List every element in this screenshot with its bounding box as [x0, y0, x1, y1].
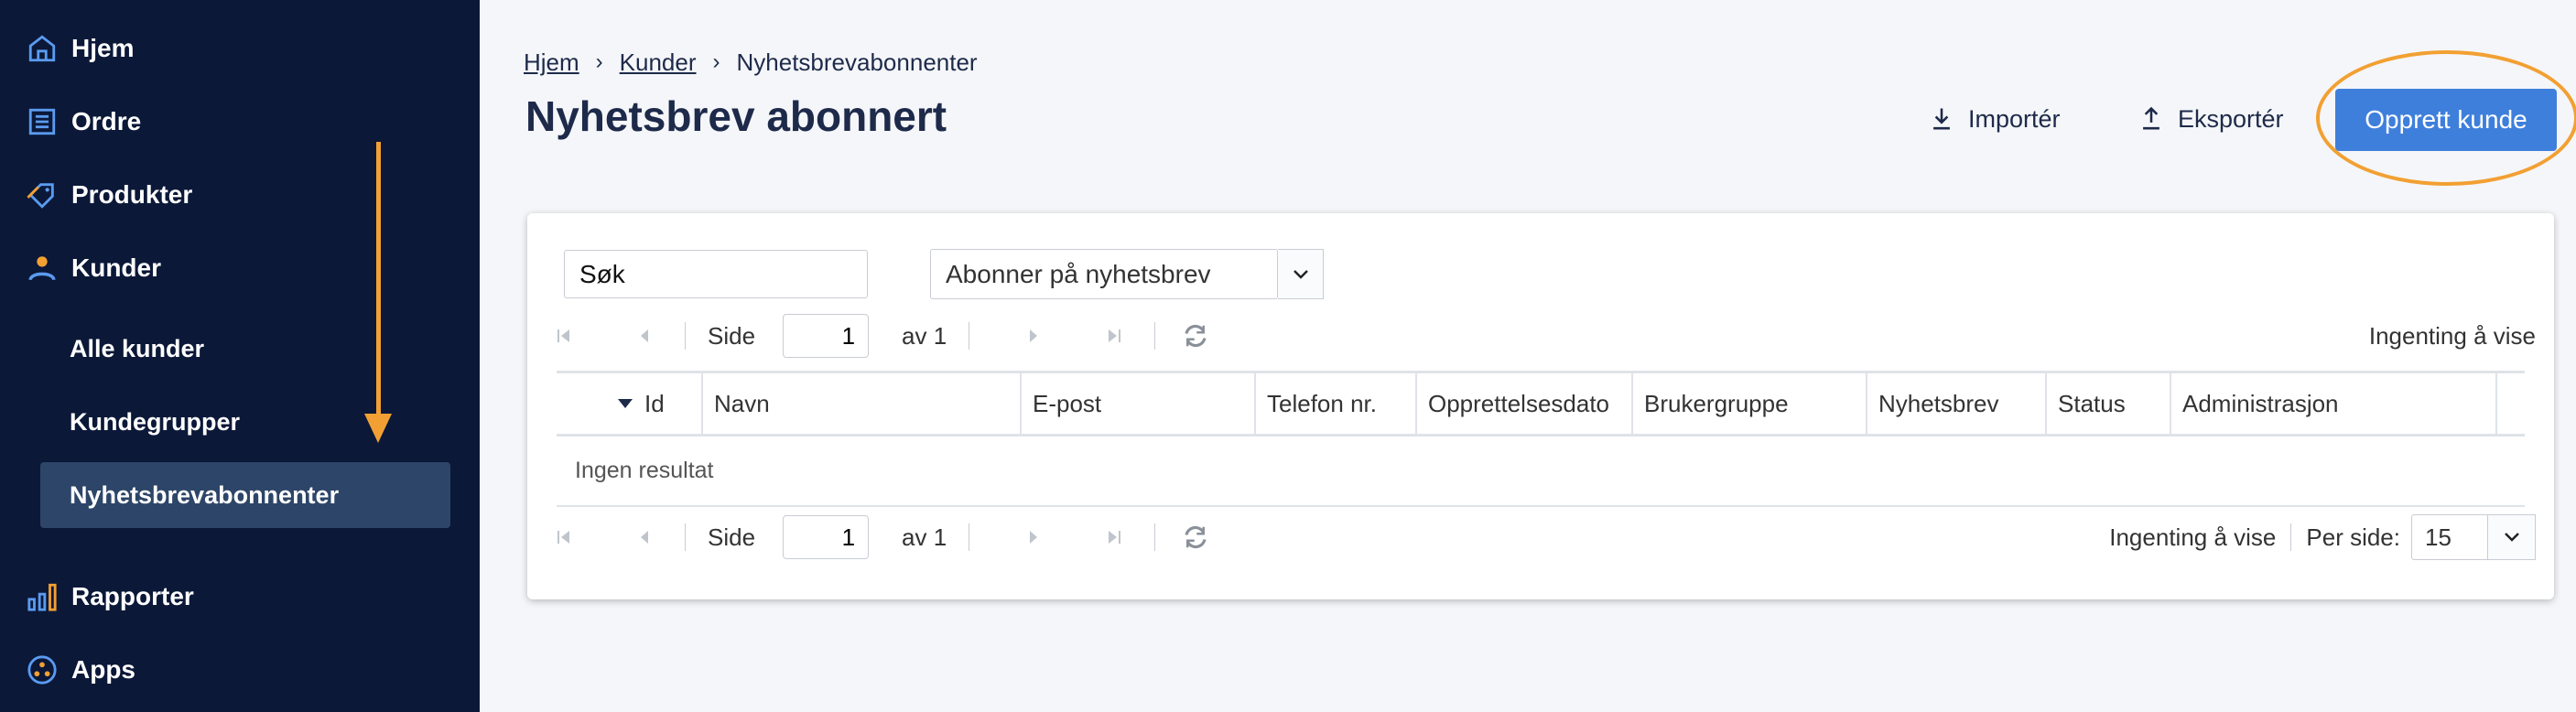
sidebar-item-apps[interactable]: Apps [26, 642, 135, 697]
column-label: Administrasjon [2182, 389, 2339, 417]
per-page-label: Per side: [2306, 523, 2400, 551]
pager-top: Side av 1 Ingenting å vise [546, 308, 2536, 363]
first-page-icon[interactable] [546, 519, 582, 556]
import-label: Importér [1968, 104, 2061, 133]
sidebar-item-label: Apps [71, 655, 135, 684]
pager-bottom: Side av 1 Ingenting å vise Per side: 15 [546, 510, 2536, 565]
pager-divider [685, 322, 686, 350]
pager-empty-text: Ingenting å vise [2109, 523, 2277, 551]
sidebar-subitem-customer-groups[interactable]: Kundegrupper [70, 397, 240, 447]
pager-of-label: av 1 [902, 523, 947, 551]
sidebar-item-label: Hjem [71, 34, 135, 62]
import-button[interactable]: Importér [1930, 99, 2061, 139]
prev-page-icon[interactable] [626, 318, 663, 354]
person-icon [26, 252, 59, 285]
column-label: Telefon nr. [1267, 389, 1377, 417]
list-icon [26, 105, 59, 138]
row-checkbox-column [557, 373, 595, 434]
upload-icon [2143, 106, 2159, 130]
breadcrumb-customers-link[interactable]: Kunder [620, 49, 697, 77]
page-number-input[interactable] [783, 515, 870, 559]
sidebar-subitem-newsletter-subscribers[interactable]: Nyhetsbrevabonnenter [70, 470, 339, 520]
column-label: Navn [714, 389, 770, 417]
last-page-icon[interactable] [1096, 318, 1132, 354]
download-icon [1933, 108, 1950, 130]
chevron-right-icon: › [712, 49, 720, 74]
column-label: Nyhetsbrev [1878, 389, 1999, 417]
tag-icon [26, 178, 59, 211]
column-administration[interactable]: Administrasjon [2171, 373, 2497, 434]
sort-desc-icon [618, 399, 633, 408]
pager-side-label: Side [708, 321, 756, 350]
page-number-input[interactable] [783, 314, 870, 358]
pager-divider [1154, 523, 1156, 551]
export-label: Eksportér [2178, 104, 2284, 133]
refresh-icon[interactable] [1177, 318, 1214, 354]
column-phone[interactable]: Telefon nr. [1256, 373, 1417, 434]
first-page-icon[interactable] [546, 318, 582, 354]
chevron-down-icon[interactable] [2488, 514, 2536, 560]
column-id[interactable]: Id [595, 373, 703, 434]
sidebar-item-home[interactable]: Hjem [26, 21, 134, 76]
table-header: Id Navn E-post Telefon nr. Opprettelsesd… [557, 371, 2525, 437]
pager-side-label: Side [708, 523, 756, 551]
search-input[interactable] [564, 250, 868, 298]
annotation-arrow-line [376, 142, 381, 416]
pager-right: Ingenting å vise Per side: 15 [2109, 514, 2536, 560]
next-page-icon[interactable] [1015, 318, 1052, 354]
sidebar-subitem-label: Nyhetsbrevabonnenter [70, 480, 340, 509]
sidebar-item-label: Ordre [71, 107, 142, 135]
sidebar-subitem-label: Alle kunder [70, 334, 205, 362]
sidebar-item-reports[interactable]: Rapporter [26, 569, 194, 624]
column-status[interactable]: Status [2047, 373, 2171, 434]
sidebar-item-products[interactable]: Produkter [26, 167, 192, 222]
pager-divider [685, 523, 686, 551]
pager-right: Ingenting å vise [2369, 322, 2536, 351]
last-page-icon[interactable] [1096, 519, 1132, 556]
next-page-icon[interactable] [1015, 519, 1052, 556]
subscribers-panel: Abonner på nyhetsbrev Side av 1 Ingentin… [527, 213, 2554, 599]
refresh-icon[interactable] [1177, 519, 1214, 556]
annotation-highlight-ellipse [2316, 50, 2576, 186]
chevron-down-icon[interactable] [1278, 249, 1324, 299]
sidebar-item-label: Rapporter [71, 582, 194, 610]
breadcrumb: Hjem › Kunder › Nyhetsbrevabonnenter [524, 44, 978, 81]
bar-chart-icon [26, 580, 59, 613]
page-title: Nyhetsbrev abonnert [525, 92, 947, 140]
newsletter-filter-select[interactable]: Abonner på nyhetsbrev [930, 249, 1278, 299]
column-label: Opprettelsesdato [1428, 389, 1610, 417]
sidebar-item-customers[interactable]: Kunder [26, 241, 161, 296]
empty-result-row: Ingen resultat [557, 437, 2525, 507]
column-label: Brukergruppe [1644, 389, 1789, 417]
breadcrumb-home-link[interactable]: Hjem [524, 49, 579, 77]
column-label: Id [644, 389, 665, 417]
home-icon [26, 32, 59, 65]
chevron-right-icon: › [595, 49, 603, 74]
column-newsletter[interactable]: Nyhetsbrev [1867, 373, 2047, 434]
sidebar-item-orders[interactable]: Ordre [26, 94, 141, 149]
column-email[interactable]: E-post [1022, 373, 1256, 434]
column-label: Status [2058, 389, 2126, 417]
sidebar-item-label: Produkter [71, 180, 193, 209]
sidebar-subitem-all-customers[interactable]: Alle kunder [70, 324, 204, 373]
export-button[interactable]: Eksportér [2139, 99, 2284, 139]
sidebar-item-label: Kunder [71, 254, 161, 282]
per-page-select[interactable]: 15 [2411, 514, 2488, 560]
pager-divider [1154, 322, 1156, 350]
pager-divider [2290, 523, 2292, 551]
sidebar-subitem-label: Kundegrupper [70, 407, 240, 436]
pager-of-label: av 1 [902, 321, 947, 350]
breadcrumb-current: Nyhetsbrevabonnenter [736, 48, 978, 76]
apps-icon [26, 653, 59, 686]
column-name[interactable]: Navn [703, 373, 1022, 434]
sidebar: Hjem Ordre Produkter Kunder Alle kunder … [0, 0, 480, 712]
prev-page-icon[interactable] [626, 519, 663, 556]
column-label: E-post [1033, 389, 1102, 417]
annotation-arrow-head [364, 414, 392, 443]
column-user-group[interactable]: Brukergruppe [1633, 373, 1867, 434]
column-created-date[interactable]: Opprettelsesdato [1417, 373, 1633, 434]
pager-empty-text: Ingenting å vise [2368, 321, 2536, 350]
